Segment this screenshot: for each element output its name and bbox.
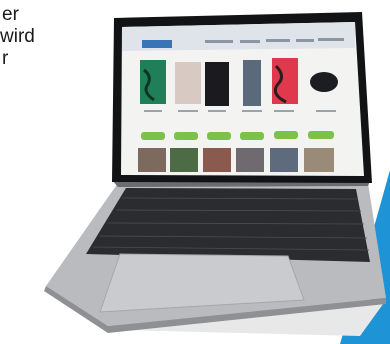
screen-display	[121, 22, 364, 176]
product-button-4[interactable]	[240, 132, 264, 140]
product-button-6[interactable]	[308, 131, 334, 139]
product-button-5[interactable]	[274, 131, 298, 139]
product-image-green-patterned-shirt	[140, 60, 166, 104]
product-image-black-vest	[205, 62, 229, 106]
product-button-2[interactable]	[174, 132, 198, 140]
product-button-1[interactable]	[141, 132, 165, 140]
product-image-grey-jeans	[243, 60, 261, 106]
product-image-red-patterned-shirt	[272, 58, 298, 104]
product-button-3[interactable]	[207, 132, 231, 140]
interior-tile-2	[170, 148, 198, 172]
interior-tile-4	[236, 148, 264, 172]
laptop-photo	[44, 12, 390, 344]
interior-tile-6	[304, 148, 334, 172]
interior-tile-3	[203, 148, 231, 172]
shop-logo	[142, 40, 172, 48]
product-image-light-garment	[175, 62, 201, 104]
interior-tile-1	[138, 148, 166, 172]
product-image-black-cap	[310, 72, 338, 92]
interior-tile-5	[270, 148, 298, 172]
